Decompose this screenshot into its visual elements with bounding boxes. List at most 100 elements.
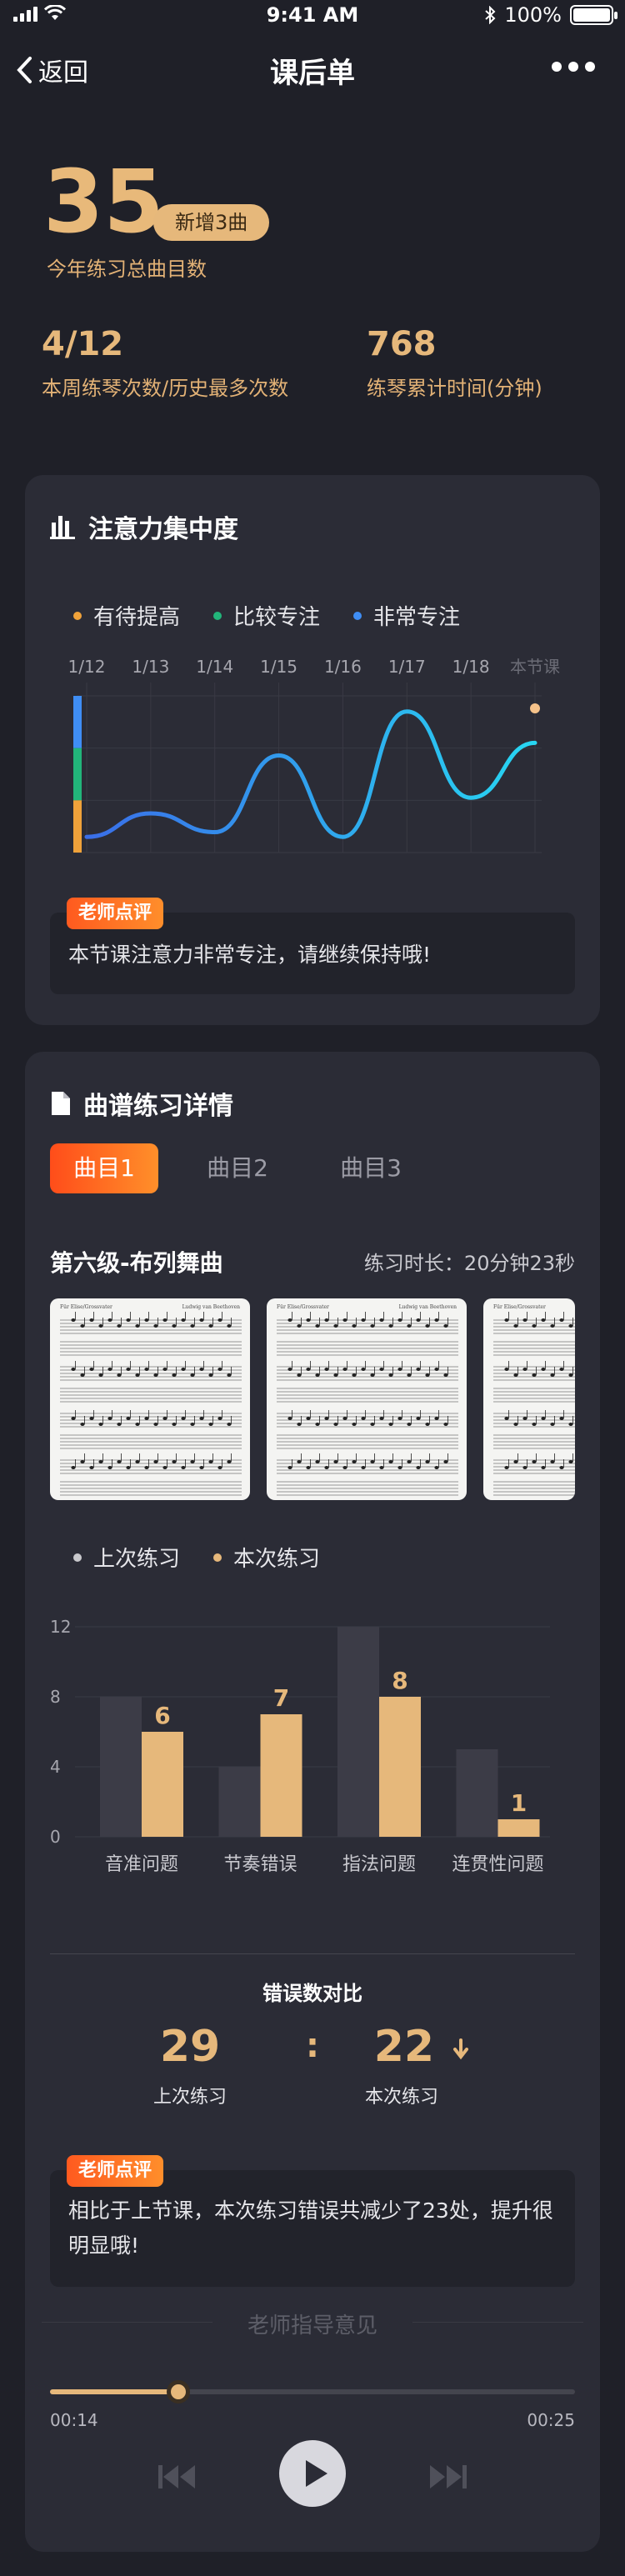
note-head <box>379 1368 384 1371</box>
note-head <box>181 1466 186 1469</box>
note-head <box>513 1324 518 1328</box>
previous-track-button[interactable] <box>157 2462 198 2492</box>
note-head <box>199 1318 204 1322</box>
note-head <box>550 1460 555 1463</box>
note-head <box>568 1373 573 1377</box>
note-head <box>227 1373 232 1377</box>
note-head <box>126 1466 131 1469</box>
audio-progress-fill <box>50 2389 179 2394</box>
note-head <box>425 1324 430 1328</box>
sheet-composer: Ludwig van Beethoven <box>399 1304 458 1310</box>
note-head <box>71 1466 76 1469</box>
weekly-practice-label: 本周练琴次数/历史最多次数 <box>42 377 289 400</box>
y-tick-label: 0 <box>50 1827 61 1847</box>
note-head <box>108 1417 112 1420</box>
note-head <box>89 1318 94 1322</box>
note-head <box>361 1368 366 1371</box>
note-head <box>218 1318 222 1322</box>
legend-item: 上次练习 <box>73 1542 180 1573</box>
attention-series-line <box>84 709 538 839</box>
note-head <box>416 1466 421 1469</box>
note-head <box>532 1373 537 1377</box>
note-head <box>388 1423 393 1426</box>
note-head <box>361 1318 366 1322</box>
attention-band <box>73 696 82 748</box>
note-head <box>315 1423 320 1426</box>
note-head <box>416 1368 421 1371</box>
sheet-music-page[interactable]: Für Elise/Grossvater Ludwig van Beethoven <box>267 1298 467 1500</box>
legend-item: 非常专注 <box>353 600 460 631</box>
note-head <box>162 1466 168 1469</box>
note-head <box>108 1466 112 1469</box>
legend-dot-icon <box>73 611 82 620</box>
note-head <box>504 1318 509 1322</box>
attention-card: 注意力集中度 有待提高 比较专注 非常专注 1/12 1/13 1/14 1/15 1/… <box>25 475 600 1025</box>
note-head <box>153 1423 158 1426</box>
note-head <box>315 1373 320 1377</box>
divider <box>50 1953 575 1954</box>
note-head <box>306 1417 311 1420</box>
errors-compare-title: 错误数对比 <box>262 1982 362 2005</box>
note-head <box>199 1417 204 1420</box>
note-head <box>135 1373 140 1377</box>
bluetooth-icon <box>485 6 496 24</box>
note-head <box>117 1373 122 1377</box>
practice-card-title: 曲谱练习详情 <box>50 1085 233 1122</box>
practice-duration: 练习时长：20分钟23秒 <box>364 1247 575 1276</box>
note-head <box>89 1368 94 1371</box>
y-tick-label: 4 <box>50 1757 61 1777</box>
x-tick-label: 1/18 <box>452 657 490 677</box>
x-category-label: 指法问题 <box>342 1854 416 1875</box>
more-options-button[interactable] <box>552 62 595 72</box>
play-button[interactable] <box>279 2440 346 2507</box>
note-head <box>80 1324 85 1328</box>
tab-piece-2[interactable]: 曲目2 <box>183 1143 292 1193</box>
note-head <box>190 1423 195 1426</box>
more-dot-icon <box>552 62 562 72</box>
note-head <box>398 1368 402 1371</box>
total-pieces-count: 35 <box>43 151 164 253</box>
tab-piece-3[interactable]: 曲目3 <box>317 1143 425 1193</box>
sheet-music-page[interactable]: Für Elise/GrossvaterLudwig van Beethoven <box>50 1298 250 1500</box>
note-head <box>98 1373 103 1377</box>
sheet-heading: Für Elise/Grossvater <box>277 1304 329 1310</box>
note-head <box>297 1460 302 1463</box>
note-head <box>342 1417 348 1420</box>
practice-minutes-stat: 768 练琴累计时间(分钟) <box>367 325 542 401</box>
note-head <box>352 1324 357 1328</box>
weekly-practice-value: 4/12 <box>42 325 124 363</box>
note-head <box>306 1318 311 1322</box>
note-head <box>153 1373 158 1377</box>
duration-label: 练习时长： <box>363 1252 464 1275</box>
play-icon <box>306 2460 328 2487</box>
note-head <box>297 1373 302 1377</box>
note-head <box>172 1460 177 1463</box>
note-head <box>227 1460 232 1463</box>
note-head <box>324 1368 329 1371</box>
next-track-button[interactable] <box>427 2462 468 2492</box>
x-category-label: 音准问题 <box>105 1854 178 1875</box>
audio-progress-handle[interactable] <box>167 2380 191 2403</box>
note-head <box>504 1368 509 1371</box>
attention-comment-box: 老师点评 本节课注意力非常专注，请继续保持哦! <box>50 898 575 994</box>
note-head <box>513 1373 518 1377</box>
bar-data-label: 1 <box>511 1789 527 1817</box>
bar-data-label: 6 <box>154 1702 170 1729</box>
note-head <box>559 1417 564 1420</box>
practice-title-text: 曲谱练习详情 <box>83 1092 233 1121</box>
sheet-composer: Ludwig van Beethoven <box>182 1304 241 1310</box>
bar-last <box>338 1627 379 1837</box>
note-head <box>153 1324 158 1328</box>
attention-band <box>73 748 82 801</box>
practice-comment-box: 老师点评 相比于上节课，本次练习错误共减少了23处，提升很明显哦! <box>50 2155 575 2287</box>
attention-card-title: 注意力集中度 <box>50 508 238 545</box>
x-tick-label: 1/16 <box>324 657 362 677</box>
note-head <box>559 1368 564 1371</box>
tab-piece-1[interactable]: 曲目1 <box>50 1143 158 1193</box>
audio-progress-track[interactable] <box>50 2380 575 2403</box>
note-head <box>208 1324 213 1328</box>
more-dot-icon <box>585 62 595 72</box>
battery-percent: 100% <box>504 3 562 27</box>
note-head <box>416 1417 421 1420</box>
sheet-music-page[interactable]: Für Elise/GrossvaterLudwig van Beethoven <box>483 1298 575 1500</box>
